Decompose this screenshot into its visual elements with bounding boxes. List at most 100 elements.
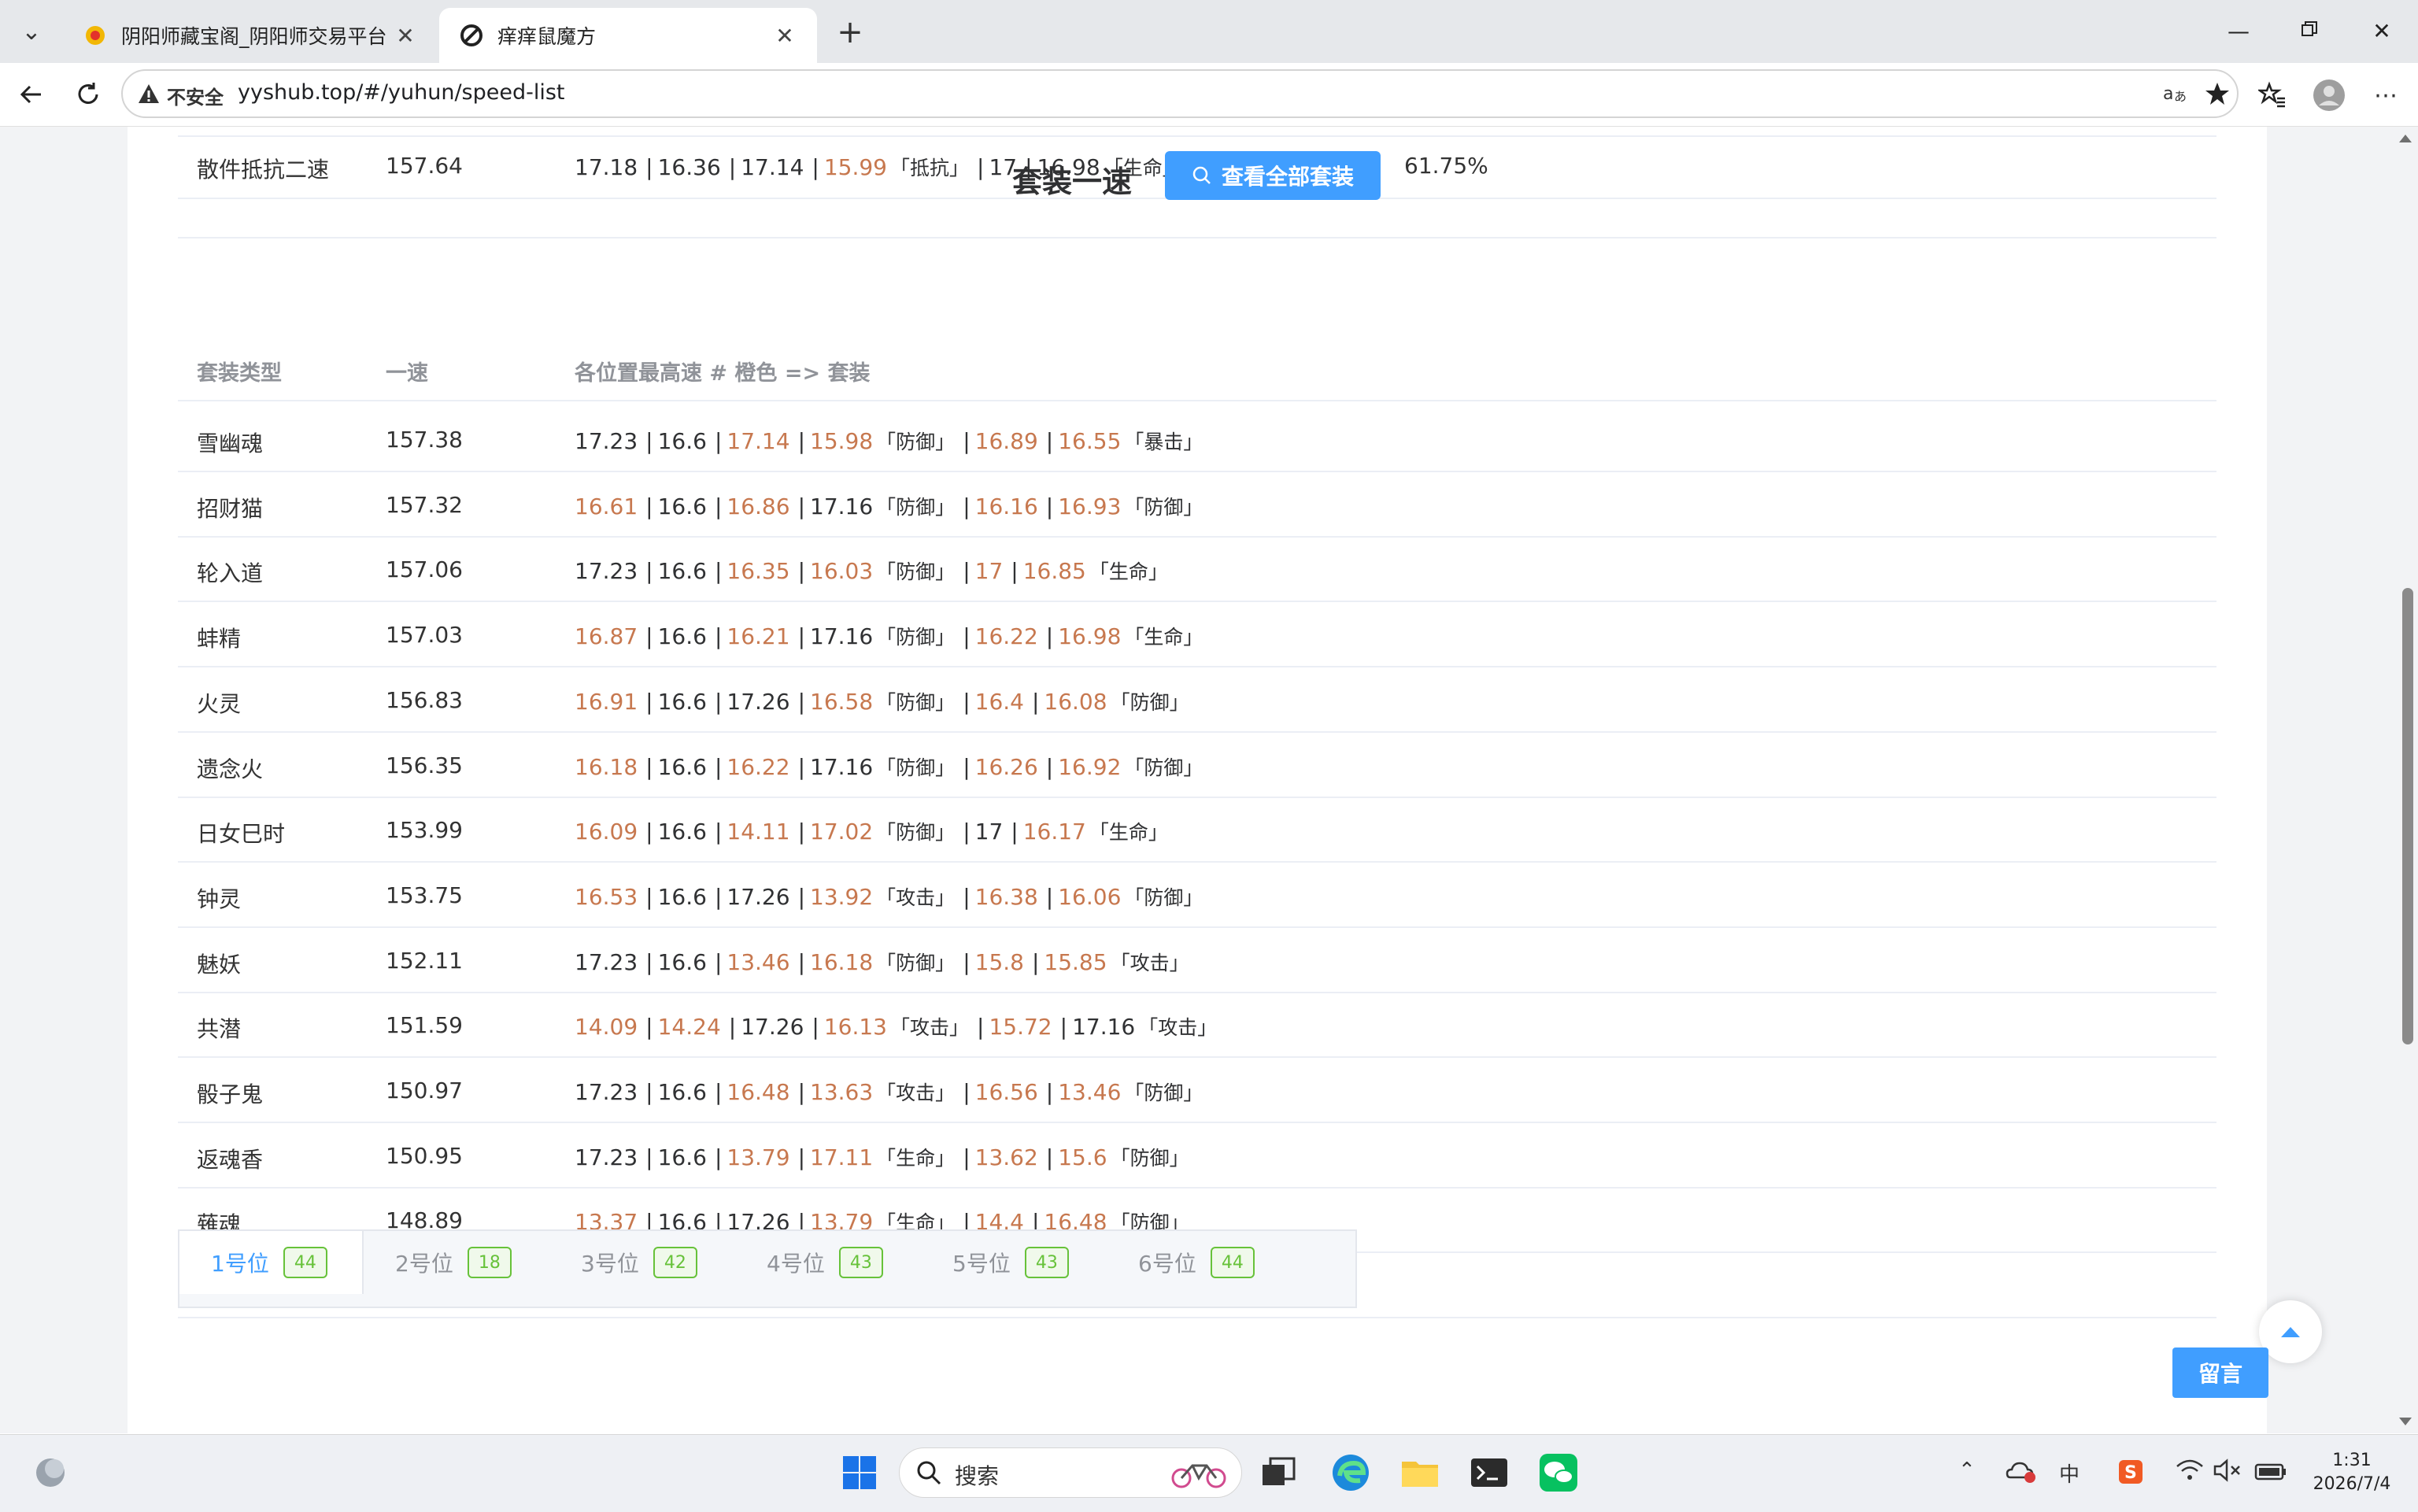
slot-speed-value: 16.6 bbox=[657, 428, 707, 454]
slot-separator: | bbox=[645, 949, 653, 975]
slot-main-attribute: 「防御」 bbox=[876, 821, 956, 844]
slot-main-attribute: 「攻击」 bbox=[890, 1016, 970, 1039]
ime-indicator[interactable]: 中 bbox=[2059, 1458, 2080, 1488]
sogou-input-icon[interactable]: S bbox=[2117, 1458, 2144, 1491]
slot-speed-value: 16.85 bbox=[1022, 558, 1086, 584]
minimize-window-icon[interactable]: — bbox=[2215, 16, 2262, 47]
leave-message-button[interactable]: 留言 bbox=[2172, 1347, 2268, 1398]
slot-speed-value: 17 bbox=[974, 558, 1004, 584]
slot-separator: | bbox=[645, 1144, 653, 1170]
taskbar-search-box[interactable]: 搜索 bbox=[899, 1447, 1242, 1498]
not-secure-label[interactable]: 不安全 bbox=[167, 82, 224, 109]
terminal-icon[interactable] bbox=[1467, 1451, 1511, 1495]
tab-position-3[interactable]: 3号位 42 bbox=[581, 1231, 697, 1294]
slot-speed-value: 16.6 bbox=[657, 819, 707, 845]
position-tabs: 1号位 44 2号位 18 3号位 42 4号位 43 5号位 43 6号位 4… bbox=[178, 1229, 1357, 1308]
reload-icon[interactable] bbox=[71, 77, 105, 112]
back-arrow-icon[interactable] bbox=[14, 77, 49, 112]
slot-speed-value: 16.98 bbox=[1058, 623, 1122, 649]
slot-speed-value: 15.98 bbox=[810, 428, 874, 454]
tab-position-4[interactable]: 4号位 43 bbox=[767, 1231, 883, 1294]
file-explorer-icon[interactable] bbox=[1398, 1451, 1442, 1495]
slot-main-attribute: 「防御」 bbox=[876, 626, 956, 649]
slot-speed-value: 17.23 bbox=[575, 949, 638, 975]
slot-speed-value: 16.03 bbox=[810, 558, 874, 584]
battery-icon[interactable] bbox=[2254, 1458, 2287, 1488]
slot-speed-value: 14.24 bbox=[657, 1014, 721, 1040]
row-divider bbox=[178, 992, 2216, 993]
slot-separator: | bbox=[963, 494, 971, 519]
tab-position-6[interactable]: 6号位 44 bbox=[1138, 1231, 1255, 1294]
tab-actions-menu-icon[interactable]: ⌄ bbox=[13, 13, 50, 50]
header-speed: 一速 bbox=[386, 361, 428, 386]
page-scrollbar[interactable] bbox=[2394, 127, 2418, 1433]
system-clock[interactable]: 1:31 2026/7/4 bbox=[2298, 1449, 2405, 1496]
not-secure-warning-icon[interactable] bbox=[137, 82, 161, 109]
browser-toolbar: 不安全 yyshub.top/#/yuhun/speed-list aあ ⋯ bbox=[0, 63, 2418, 127]
slot-separator: | bbox=[797, 428, 805, 454]
tab-position-5[interactable]: 5号位 43 bbox=[952, 1231, 1069, 1294]
scroll-down-arrow-icon[interactable] bbox=[2399, 1418, 2412, 1425]
url-text[interactable]: yyshub.top/#/yuhun/speed-list bbox=[238, 80, 565, 105]
profile-avatar-icon[interactable] bbox=[2313, 79, 2346, 112]
close-window-icon[interactable]: ✕ bbox=[2358, 16, 2405, 47]
close-tab-icon[interactable]: ✕ bbox=[392, 23, 419, 49]
slot-speed-value: 16.6 bbox=[657, 558, 707, 584]
slot-speed-value: 13.46 bbox=[727, 949, 790, 975]
show-hidden-icons-chevron-icon[interactable]: ⌃ bbox=[1958, 1458, 1976, 1482]
wechat-icon[interactable] bbox=[1536, 1451, 1581, 1495]
row-divider bbox=[178, 731, 2216, 733]
slot-separator: | bbox=[1011, 558, 1019, 584]
slot-speeds: 17.23 | 16.6 | 16.35 | 16.03 「防御」 | 17 | 16.85 「生命」 bbox=[575, 556, 1168, 585]
address-bar[interactable]: 不安全 yyshub.top/#/yuhun/speed-list aあ bbox=[121, 69, 2239, 118]
slot-separator: | bbox=[1045, 1079, 1054, 1105]
slot-main-attribute: 「防御」 bbox=[876, 560, 956, 583]
slot-speed-value: 17.26 bbox=[727, 884, 790, 910]
tab-label: 6号位 bbox=[1138, 1251, 1196, 1277]
weather-widget-icon[interactable] bbox=[28, 1451, 72, 1495]
scrollbar-thumb[interactable] bbox=[2402, 588, 2413, 1044]
back-to-top-button[interactable] bbox=[2259, 1300, 2322, 1363]
slot-separator: | bbox=[963, 1144, 971, 1170]
tab-position-1[interactable]: 1号位 44 bbox=[179, 1231, 364, 1294]
set-first-speed: 157.38 bbox=[386, 427, 463, 453]
slot-separator: | bbox=[797, 1079, 805, 1105]
slot-speed-value: 16.56 bbox=[974, 1079, 1038, 1105]
slot-separator: | bbox=[714, 884, 723, 910]
scroll-up-arrow-icon[interactable] bbox=[2399, 135, 2412, 142]
count-badge: 43 bbox=[1024, 1247, 1069, 1278]
volume-muted-icon[interactable] bbox=[2213, 1458, 2242, 1488]
slot-separator: | bbox=[797, 623, 805, 649]
edge-browser-icon[interactable] bbox=[1329, 1451, 1373, 1495]
favorites-list-icon[interactable] bbox=[2256, 79, 2289, 112]
slot-speed-value: 16.6 bbox=[657, 494, 707, 519]
browser-tab-yyshub[interactable]: 痒痒鼠魔方 ✕ bbox=[439, 8, 817, 63]
onedrive-error-icon[interactable] bbox=[2006, 1458, 2037, 1489]
slot-separator: | bbox=[645, 428, 653, 454]
svg-text:S: S bbox=[2124, 1463, 2137, 1483]
wifi-icon[interactable] bbox=[2176, 1458, 2204, 1488]
slot-speed-value: 16.87 bbox=[575, 623, 638, 649]
tab-title: 阴阳师藏宝阁_阴阳师交易平台 bbox=[121, 25, 387, 48]
view-all-sets-button[interactable]: 查看全部套装 bbox=[1165, 151, 1381, 200]
slot-separator: | bbox=[728, 1014, 737, 1040]
read-aloud-translate-icon[interactable]: aあ bbox=[2161, 80, 2190, 111]
header-slot-speeds: 各位置最高速 # 橙色 => 套装 bbox=[575, 361, 871, 386]
settings-more-icon[interactable]: ⋯ bbox=[2369, 79, 2402, 112]
slot-speed-value: 14.09 bbox=[575, 1014, 638, 1040]
slot-speed-value: 16.17 bbox=[1022, 819, 1086, 845]
slot-speed-value: 16.92 bbox=[1058, 754, 1122, 780]
slot-separator: | bbox=[797, 689, 805, 715]
slot-speed-value: 16.09 bbox=[575, 819, 638, 845]
close-tab-icon[interactable]: ✕ bbox=[771, 23, 798, 49]
start-windows-icon[interactable] bbox=[837, 1451, 882, 1495]
slot-speeds: 17.23 | 16.6 | 13.79 | 17.11 「生命」 | 13.62 | 15.6 「防御… bbox=[575, 1143, 1189, 1171]
new-tab-plus-icon[interactable]: + bbox=[831, 14, 869, 52]
slot-separator: | bbox=[1045, 623, 1054, 649]
slot-speed-value: 13.62 bbox=[974, 1144, 1038, 1170]
favorite-star-icon[interactable] bbox=[2204, 80, 2231, 113]
task-view-icon[interactable] bbox=[1256, 1451, 1300, 1495]
tab-position-2[interactable]: 2号位 18 bbox=[395, 1231, 512, 1294]
restore-window-icon[interactable] bbox=[2286, 16, 2333, 47]
browser-tab-cangbaoge[interactable]: 阴阳师藏宝阁_阴阳师交易平台 ✕ bbox=[63, 8, 438, 63]
